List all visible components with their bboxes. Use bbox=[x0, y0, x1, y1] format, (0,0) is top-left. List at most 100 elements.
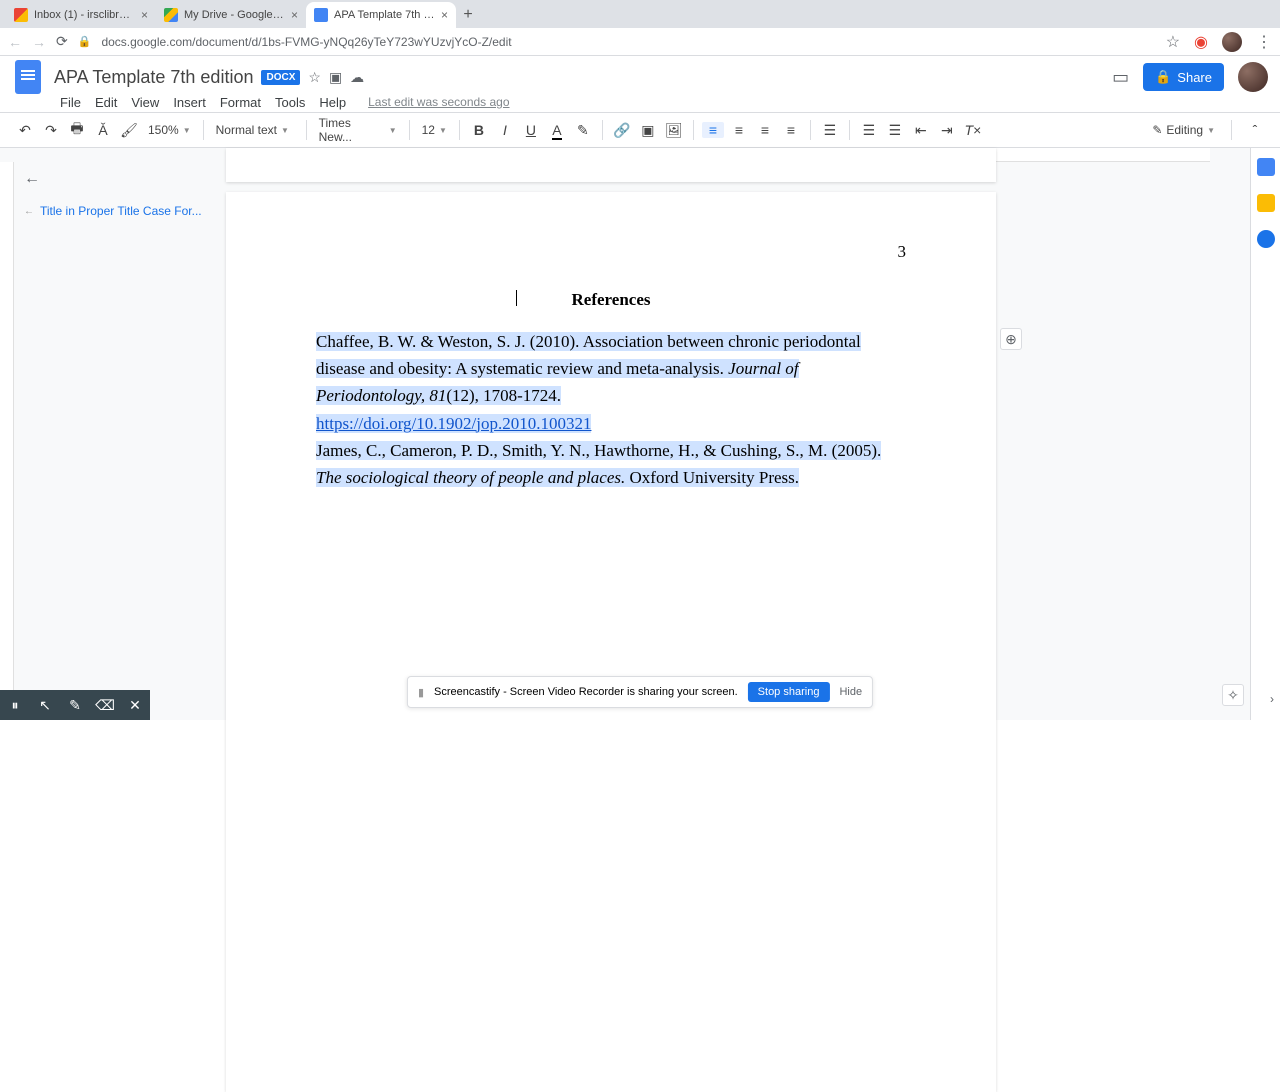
menu-file[interactable]: File bbox=[54, 93, 87, 112]
share-button[interactable]: 🔒 Share bbox=[1143, 63, 1224, 91]
drive-icon bbox=[164, 8, 178, 22]
eraser-icon[interactable]: ⌫ bbox=[90, 690, 120, 720]
redo-icon[interactable]: ↷ bbox=[40, 122, 62, 139]
close-icon[interactable]: × bbox=[141, 8, 148, 22]
docs-header: APA Template 7th edition DOCX ☆ ▣ ☁ ▭ 🔒 … bbox=[0, 56, 1280, 92]
last-edit-text[interactable]: Last edit was seconds ago bbox=[362, 93, 515, 111]
selected-text: James, C., Cameron, P. D., Smith, Y. N.,… bbox=[316, 441, 881, 487]
align-center-icon[interactable]: ≡ bbox=[728, 122, 750, 138]
align-left-icon[interactable]: ≡ bbox=[702, 122, 724, 138]
menu-insert[interactable]: Insert bbox=[167, 93, 212, 112]
stop-sharing-button[interactable]: Stop sharing bbox=[748, 682, 830, 702]
toolbar: ↶ ↷ 🖶 Ǎ 🖌 150%▼ Normal text▼ Times New..… bbox=[0, 112, 1280, 148]
vertical-ruler[interactable] bbox=[0, 162, 14, 720]
menu-edit[interactable]: Edit bbox=[89, 93, 123, 112]
kebab-icon[interactable]: ⋮ bbox=[1256, 32, 1272, 52]
explore-button[interactable]: ✧ bbox=[1222, 684, 1244, 706]
paint-format-icon[interactable]: 🖌 bbox=[118, 122, 140, 139]
zoom-value: 150% bbox=[148, 123, 179, 137]
font-dropdown[interactable]: Times New...▼ bbox=[315, 116, 401, 144]
menu-help[interactable]: Help bbox=[313, 93, 352, 112]
references-heading: References bbox=[316, 290, 906, 310]
highlight-icon[interactable]: ✎ bbox=[572, 122, 594, 139]
browser-tab-docs[interactable]: APA Template 7th edition.doc × bbox=[306, 2, 456, 28]
image-icon[interactable]: 🖼 bbox=[663, 122, 685, 139]
account-avatar[interactable] bbox=[1238, 62, 1268, 92]
undo-icon[interactable]: ↶ bbox=[14, 122, 36, 139]
cloud-icon[interactable]: ☁ bbox=[350, 69, 364, 86]
notice-text: Screencastify - Screen Video Recorder is… bbox=[434, 686, 738, 698]
pen-icon[interactable]: ✎ bbox=[60, 690, 90, 720]
style-value: Normal text bbox=[216, 123, 277, 137]
close-icon[interactable]: × bbox=[441, 8, 448, 22]
style-dropdown[interactable]: Normal text▼ bbox=[212, 123, 298, 137]
mode-dropdown[interactable]: ✎ Editing ▼ bbox=[1148, 123, 1219, 137]
browser-tab-drive[interactable]: My Drive - Google Drive × bbox=[156, 2, 306, 28]
align-justify-icon[interactable]: ≡ bbox=[780, 122, 802, 138]
fontsize-dropdown[interactable]: 12▼ bbox=[418, 123, 451, 137]
document-title[interactable]: APA Template 7th edition bbox=[54, 67, 253, 88]
bulleted-list-icon[interactable]: ☰ bbox=[884, 122, 906, 139]
outdent-icon[interactable]: ⇤ bbox=[910, 122, 932, 139]
pause-icon[interactable]: ⏸ bbox=[0, 690, 30, 720]
previous-page-edge bbox=[226, 148, 996, 182]
star-icon[interactable]: ☆ bbox=[1166, 32, 1180, 52]
text-color-icon[interactable]: A bbox=[546, 122, 568, 138]
numbered-list-icon[interactable]: ☰ bbox=[858, 122, 880, 139]
document-page[interactable]: 3 References Chaffee, B. W. & Weston, S.… bbox=[226, 192, 996, 1092]
keep-icon[interactable] bbox=[1257, 194, 1275, 212]
italic-icon[interactable]: I bbox=[494, 122, 516, 138]
close-icon[interactable]: × bbox=[291, 8, 298, 22]
underline-icon[interactable]: U bbox=[520, 122, 542, 138]
star-icon[interactable]: ☆ bbox=[308, 69, 321, 86]
outline-pane: ← Title in Proper Title Case For... bbox=[14, 162, 224, 226]
collapse-toolbar-icon[interactable]: ˆ bbox=[1244, 122, 1266, 138]
pencil-icon: ✎ bbox=[1152, 123, 1162, 137]
back-icon[interactable]: ← bbox=[8, 34, 22, 50]
zoom-dropdown[interactable]: 150%▼ bbox=[144, 123, 195, 137]
print-icon[interactable]: 🖶 bbox=[66, 118, 88, 142]
page-number: 3 bbox=[316, 242, 906, 262]
hide-button[interactable]: Hide bbox=[839, 686, 862, 698]
new-tab-button[interactable]: + bbox=[456, 2, 480, 28]
address-bar: ← → ⟳ 🔒 docs.google.com/document/d/1bs-F… bbox=[0, 28, 1280, 56]
add-comment-button[interactable]: ⊕ bbox=[1000, 328, 1022, 350]
profile-avatar[interactable] bbox=[1222, 32, 1242, 52]
menu-format[interactable]: Format bbox=[214, 93, 267, 112]
bold-icon[interactable]: B bbox=[468, 122, 490, 138]
spellcheck-icon[interactable]: Ǎ bbox=[92, 122, 114, 138]
font-value: Times New... bbox=[319, 116, 385, 144]
tab-title: APA Template 7th edition.doc bbox=[334, 9, 435, 21]
reload-icon[interactable]: ⟳ bbox=[56, 33, 68, 50]
align-right-icon[interactable]: ≡ bbox=[754, 122, 776, 138]
outline-item[interactable]: Title in Proper Title Case For... bbox=[24, 204, 214, 218]
url-text[interactable]: docs.google.com/document/d/1bs-FVMG-yNQq… bbox=[101, 35, 1155, 49]
doi-link[interactable]: https://doi.org/10.1902/jop.2010.100321 bbox=[316, 414, 591, 433]
docx-badge: DOCX bbox=[261, 70, 300, 85]
docs-logo-icon[interactable] bbox=[12, 57, 44, 97]
line-spacing-icon[interactable]: ☰ bbox=[819, 122, 841, 139]
menu-view[interactable]: View bbox=[125, 93, 165, 112]
clear-format-icon[interactable]: T× bbox=[962, 122, 984, 138]
references-body[interactable]: Chaffee, B. W. & Weston, S. J. (2010). A… bbox=[316, 328, 906, 491]
comment-icon[interactable]: ▣ bbox=[637, 122, 659, 139]
workspace: 1 2 3 4 5 6 7 ← Title in Proper Title Ca… bbox=[0, 148, 1250, 720]
side-panel-toggle-icon[interactable]: › bbox=[1270, 692, 1274, 706]
forward-icon[interactable]: → bbox=[32, 34, 46, 50]
comments-icon[interactable]: ▭ bbox=[1112, 67, 1129, 88]
tasks-icon[interactable] bbox=[1257, 230, 1275, 248]
link-icon[interactable]: 🔗 bbox=[611, 122, 633, 139]
cursor-icon[interactable]: ↖ bbox=[30, 690, 60, 720]
calendar-icon[interactable] bbox=[1257, 158, 1275, 176]
browser-tab-gmail[interactable]: Inbox (1) - irsclibrarians@gma × bbox=[6, 2, 156, 28]
selected-text: Chaffee, B. W. & Weston, S. J. (2010). A… bbox=[316, 332, 861, 405]
menu-tools[interactable]: Tools bbox=[269, 93, 311, 112]
tab-title: Inbox (1) - irsclibrarians@gma bbox=[34, 9, 135, 21]
gmail-icon bbox=[14, 8, 28, 22]
lock-icon: 🔒 bbox=[1155, 69, 1171, 85]
outline-back-icon[interactable]: ← bbox=[24, 170, 40, 187]
indent-icon[interactable]: ⇥ bbox=[936, 122, 958, 139]
extension-icon[interactable]: ◉ bbox=[1194, 32, 1208, 52]
close-icon[interactable]: ✕ bbox=[120, 690, 150, 720]
move-icon[interactable]: ▣ bbox=[329, 69, 342, 86]
